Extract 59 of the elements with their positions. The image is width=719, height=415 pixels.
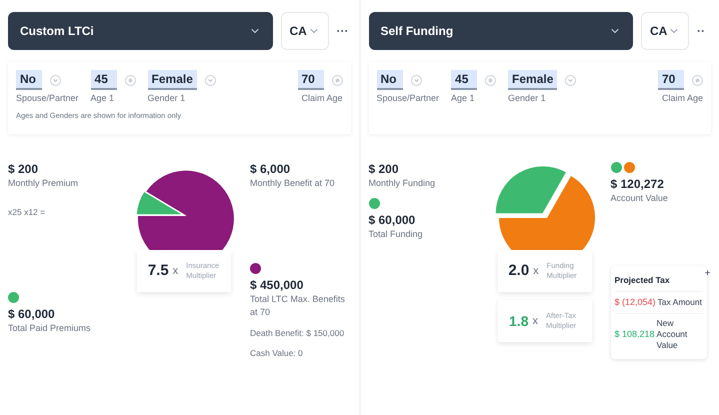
hash-icon[interactable] (124, 74, 136, 86)
field-label: Claim Age (662, 92, 703, 104)
chevron-down-icon[interactable] (565, 74, 576, 86)
stat-label: Total Paid Premiums (8, 322, 92, 335)
stat-label: Monthly Premium (8, 177, 80, 190)
plan-select[interactable]: Self Funding (368, 12, 633, 50)
stat-label: Total LTC Max. Benefits at 70 (250, 293, 346, 319)
field-label: Gender 1 (148, 92, 186, 104)
chevron-down-icon[interactable] (204, 74, 216, 86)
note-text: x25 x12 = (8, 206, 46, 218)
stat-value: $ 120,272 (610, 177, 665, 192)
multiplier-unit: x (172, 264, 178, 279)
expand-toggle[interactable]: + (704, 266, 710, 281)
tax-label: Tax Amount (658, 296, 702, 308)
input-field[interactable]: No (16, 70, 42, 90)
tax-value: $ (12,054) (614, 296, 656, 309)
stat-value: $ 6,000 (250, 162, 292, 177)
multiplier-unit: x (532, 314, 538, 329)
input-field[interactable]: 70 (658, 70, 684, 90)
field-label: Claim Age (301, 92, 342, 104)
note-text: Cash Value: 0 (250, 347, 304, 359)
stat-value: $ 60,000 (8, 307, 56, 322)
stat-label: Monthly Funding (368, 177, 436, 190)
input-field[interactable]: 45 (90, 70, 117, 90)
field-label: Gender 1 (508, 92, 547, 104)
plan-select[interactable]: Custom LTCi (8, 12, 272, 50)
stat-label: Monthly Benefit at 70 (250, 177, 336, 190)
tax-value: $ 108,218 (614, 328, 655, 341)
input-field[interactable]: 45 (451, 70, 478, 90)
multiplier-value: 7.5 (148, 260, 169, 281)
state-select[interactable]: CA (280, 12, 328, 50)
state-select[interactable]: CA (641, 12, 689, 50)
chevron-down-icon[interactable] (410, 74, 422, 86)
input-field[interactable]: Female (508, 70, 558, 90)
field-label: Spouse/Partner (376, 92, 440, 104)
stat-label: Total Funding (368, 228, 424, 241)
hash-icon[interactable] (332, 74, 342, 86)
card-title: Projected Tax (614, 274, 671, 287)
multiplier-unit: x (533, 264, 539, 279)
stat-value: $ 450,000 (250, 278, 304, 293)
hash-icon[interactable] (692, 74, 703, 86)
multiplier-value: 1.8 (509, 312, 528, 330)
tax-label: New Account Value (656, 318, 688, 351)
input-field[interactable]: 70 (298, 70, 324, 90)
stat-label: Account Value (610, 192, 669, 205)
field-label: Spouse/Partner (16, 92, 79, 104)
hash-icon[interactable] (485, 74, 496, 86)
stat-value: $ 60,000 (368, 213, 416, 228)
note-text: Death Benefit: $ 150,000 (250, 327, 346, 339)
field-label: Age 1 (451, 92, 476, 104)
input-field[interactable]: No (376, 70, 402, 90)
field-label: Age 1 (90, 92, 116, 104)
more-button[interactable]: ··· (336, 22, 350, 40)
stat-value: $ 200 (368, 162, 400, 177)
multiplier-value: 2.0 (508, 260, 530, 281)
more-button[interactable]: ·· (697, 22, 711, 40)
chevron-down-icon[interactable] (50, 74, 61, 86)
stat-value: $ 200 (8, 162, 40, 177)
input-field[interactable]: Female (148, 70, 197, 90)
